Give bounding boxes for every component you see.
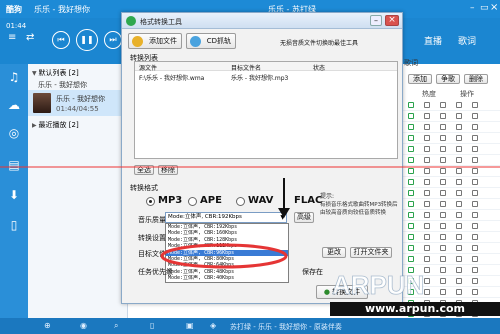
svg-text:ARPUN: ARPUN [332, 272, 424, 300]
highlight-ellipse [160, 243, 288, 269]
watermark-url: www.arpun.com [330, 302, 500, 316]
arrow-head [278, 208, 290, 218]
watermark: ARPUN www.arpun.com [330, 270, 500, 316]
